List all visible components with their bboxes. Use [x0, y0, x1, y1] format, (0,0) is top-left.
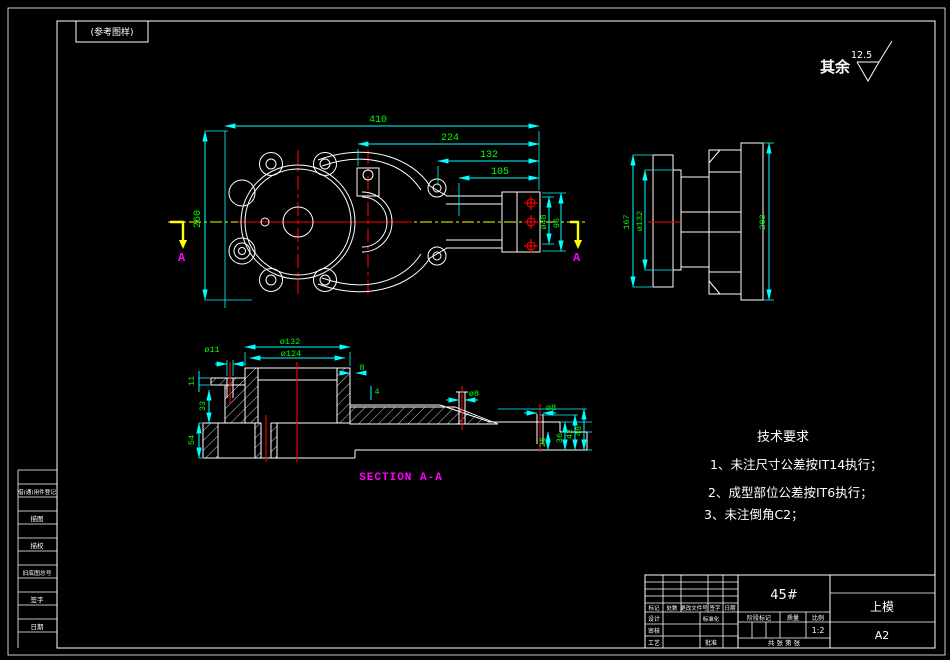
col-doc: 更改文件号 [680, 604, 708, 612]
side-view-dimensions: 167 ø132 203 [622, 142, 774, 301]
margin-label: 描图 [31, 514, 44, 523]
margin-label: 描校 [31, 541, 45, 550]
row-process: 工艺 [648, 639, 660, 647]
part-name: 上模 [870, 600, 894, 614]
dim-d11: ø11 [204, 345, 219, 355]
sheet-size: A2 [875, 629, 890, 642]
tech-req-title: 技术要求 [757, 430, 809, 445]
hole-target-marks [524, 196, 538, 253]
dim-410: 410 [369, 115, 387, 126]
lbl-weight: 质量 [787, 614, 799, 622]
col-date: 日期 [724, 605, 736, 612]
drawing-frame: (参考图样) 借(通)用件登记 描图 描校 旧底图总号 签字 日期 [7, 7, 946, 656]
dim-d48: ø48 [539, 214, 549, 229]
margin-label: 签字 [31, 595, 45, 604]
section-view: ø132 ø124 ø11 11 33 54 8 4 ø8 ø8 26 36 4… [187, 337, 592, 484]
margin-strip: 借(通)用件登记 描图 描校 旧底图总号 签字 日期 [17, 469, 57, 648]
roughness-icon [856, 40, 893, 82]
corner-ref-text: (参考图样) [90, 26, 133, 38]
col-mark: 标记 [648, 604, 660, 612]
dim-167: 167 [622, 214, 632, 229]
dim-132: 132 [480, 150, 498, 161]
dim-203: 203 [758, 214, 768, 229]
surface-finish-value: 12.5 [851, 50, 872, 61]
cut-label-a-right: A [573, 251, 581, 265]
outer-border [7, 7, 946, 656]
revision-table: 标记 处数 更改文件号 签字 日期 设计 审核 工艺 标准化 批准 [645, 575, 738, 648]
dim-11: 11 [187, 376, 197, 386]
lbl-standard: 标准化 [703, 615, 720, 623]
dim-8: 8 [359, 363, 364, 373]
dim-d132: ø132 [635, 211, 645, 231]
lbl-stage: 阶段标记 [747, 614, 771, 622]
margin-label: 旧底图总号 [23, 569, 52, 577]
dim-d8-top: ø8 [469, 389, 479, 399]
side-view: 167 ø132 203 [622, 142, 774, 301]
title-block: 标记 处数 更改文件号 签字 日期 设计 审核 工艺 标准化 批准 45# 阶段… [644, 574, 936, 649]
inner-frame [56, 20, 936, 649]
lbl-approve: 批准 [705, 639, 717, 647]
tech-req-item: 3、未注倒角C2； [704, 507, 804, 522]
dim-d132: ø132 [280, 337, 300, 347]
section-label: SECTION A-A [359, 472, 443, 484]
material-cell: 45# [770, 588, 797, 603]
dim-33: 33 [198, 401, 208, 411]
dim-105: 105 [491, 167, 509, 178]
cad-drawing-viewport: (参考图样) 借(通)用件登记 描图 描校 旧底图总号 签字 日期 其余 12.… [0, 0, 950, 660]
cut-label-a-left: A [178, 251, 186, 265]
col-count: 处数 [666, 604, 678, 612]
margin-label: 借(通)用件登记 [18, 488, 56, 496]
tech-requirements: 技术要求 1、未注尺寸公差按IT14执行； 2、成型部位公差按IT6执行； 3、… [704, 430, 883, 522]
dim-96: 96 [552, 218, 562, 228]
surface-finish-note: 其余 12.5 [820, 40, 893, 82]
row-design: 设计 [648, 615, 660, 623]
tech-req-item: 2、成型部位公差按IT6执行； [708, 485, 873, 500]
dim-48: 48 [574, 426, 584, 436]
dim-4: 4 [374, 387, 379, 397]
surface-finish-label: 其余 [820, 58, 851, 76]
top-view-dimensions: 410 224 132 105 260 ø48 96 [193, 115, 566, 308]
dim-54: 54 [187, 435, 197, 445]
part-name-block: 上模 A2 [830, 592, 935, 642]
dim-36: 36 [555, 433, 565, 443]
dim-260: 260 [193, 210, 204, 228]
stage-scale-block: 阶段标记 质量 比例 1:2 共 张 第 张 [738, 611, 830, 647]
margin-label: 日期 [31, 623, 45, 631]
dim-d124: ø124 [281, 349, 301, 359]
dim-d8-right: ø8 [546, 403, 556, 413]
cad-canvas: (参考图样) 借(通)用件登记 描图 描校 旧底图总号 签字 日期 其余 12.… [7, 7, 946, 656]
col-sign: 签字 [709, 604, 721, 612]
sheets-info: 共 张 第 张 [768, 638, 801, 647]
top-view: 410 224 132 105 260 ø48 96 A A [168, 115, 588, 308]
lbl-scale: 比例 [812, 614, 824, 622]
dim-26: 26 [538, 437, 548, 447]
dim-224: 224 [441, 133, 459, 144]
row-check: 审核 [648, 627, 660, 635]
scale-value: 1:2 [812, 626, 825, 635]
tech-req-item: 1、未注尺寸公差按IT14执行； [710, 457, 883, 472]
